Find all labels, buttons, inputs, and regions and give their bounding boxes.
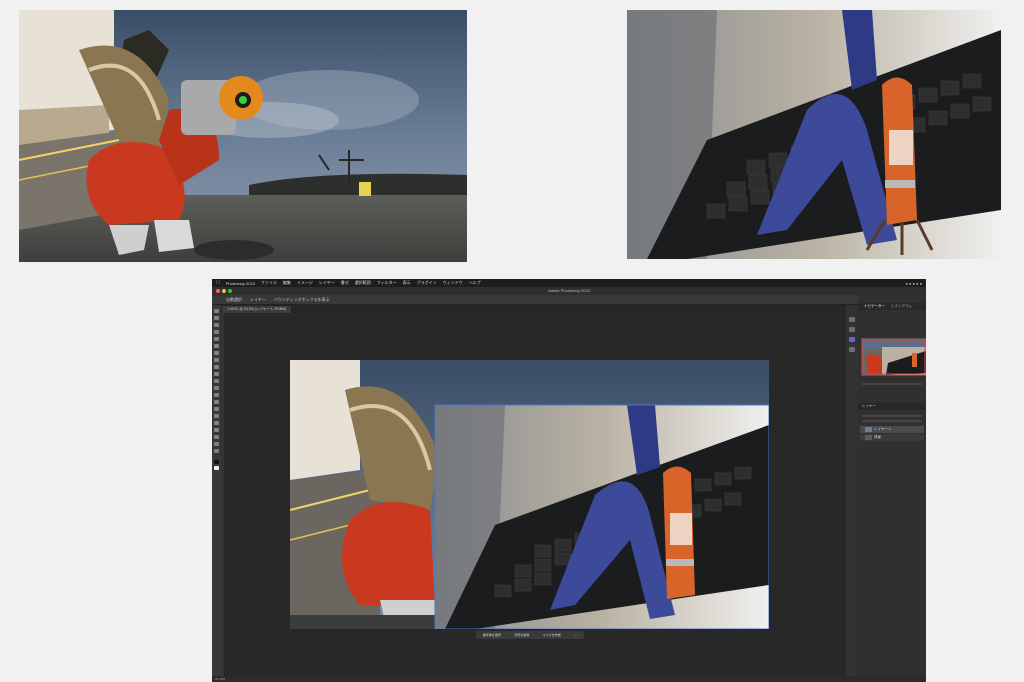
right-panels: ナビゲーター ヒストグラム レイヤー レイヤー 1 背景 [858,295,926,676]
shape-tool-icon[interactable] [214,435,219,439]
document-tab[interactable]: 1.HEIC @ 33.3% (レイヤー 1, RGB/8) [222,306,292,313]
apple-icon[interactable]:  [216,280,220,286]
history-brush-tool-icon[interactable] [214,379,219,383]
tools-panel [212,305,221,676]
type-tool-icon[interactable] [214,421,219,425]
tab-histogram[interactable]: ヒストグラム [891,304,912,309]
menu-plugins[interactable]: プラグイン [417,280,437,286]
menu-edit[interactable]: 編集 [283,280,291,286]
tab-navigator[interactable]: ナビゲーター [864,304,885,309]
close-window-icon[interactable] [216,289,220,293]
blur-tool-icon[interactable] [214,400,219,404]
minimize-window-icon[interactable] [222,289,226,293]
document-canvas[interactable] [290,360,769,629]
layers-blend-row[interactable] [862,420,922,422]
window-controls [216,289,232,293]
zoom-slider[interactable] [862,383,922,385]
stamp-tool-icon[interactable] [214,372,219,376]
zoom-tool-icon[interactable] [214,449,219,453]
contextual-task-bar: 被写体を選択 背景を削除 マスクを作成 ⋯ [476,631,584,639]
option-show-bounding-box[interactable]: バウンディングボックスを表示 [274,297,330,303]
status-icons: ● ● ● ● ● [905,280,922,286]
status-bar: 33.33% [212,676,926,682]
history-panel-icon[interactable] [849,317,855,322]
layer-name: レイヤー 1 [874,427,891,431]
layers-panel-title[interactable]: レイヤー [858,403,926,410]
marquee-tool-icon[interactable] [214,316,219,320]
gradient-tool-icon[interactable] [214,393,219,397]
menu-select[interactable]: 選択範囲 [355,280,371,286]
eraser-tool-icon[interactable] [214,386,219,390]
options-bar: 自動選択 レイヤー バウンディングボックスを表示 共有 [212,295,926,305]
reference-photo-statue [19,10,467,262]
select-subject-button[interactable]: 被写体を選択 [483,633,501,637]
eyedropper-tool-icon[interactable] [214,351,219,355]
vertical-ruler [221,313,224,676]
layer-row[interactable]: レイヤー 1 [860,426,924,433]
path-select-tool-icon[interactable] [214,428,219,432]
quick-select-tool-icon[interactable] [214,330,219,334]
layer-thumbnail [865,435,872,440]
frame-tool-icon[interactable] [214,344,219,348]
menu-filter[interactable]: フィルター [377,280,397,286]
option-layer-dropdown[interactable]: レイヤー [250,297,266,303]
background-color-swatch[interactable] [214,466,219,470]
layer-row[interactable]: 背景 [860,434,924,441]
window-titlebar: Adobe Photoshop 2023 [212,287,926,295]
more-options-icon[interactable]: ⋯ [574,633,577,637]
properties-panel-icon[interactable] [849,327,855,332]
dodge-tool-icon[interactable] [214,407,219,411]
libraries-panel-icon[interactable] [849,337,855,342]
foreground-color-swatch[interactable] [214,460,219,464]
menu-help[interactable]: ヘルプ [469,280,481,286]
remove-background-button[interactable]: 背景を削除 [514,633,529,637]
menu-layer[interactable]: レイヤー [319,280,335,286]
reference-photo-keyboard-figure [627,10,1001,259]
photoshop-window:  Photoshop 2023 ファイル 編集 イメージ レイヤー 書式 選択… [212,279,926,682]
menu-image[interactable]: イメージ [297,280,313,286]
menu-window[interactable]: ウィンドウ [443,280,463,286]
move-tool-icon[interactable] [214,309,219,313]
crop-tool-icon[interactable] [214,337,219,341]
layer-thumbnail [865,427,872,432]
pen-tool-icon[interactable] [214,414,219,418]
layer-name: 背景 [874,435,881,439]
macos-menubar:  Photoshop 2023 ファイル 編集 イメージ レイヤー 書式 選択… [212,279,926,287]
navigator-thumbnail[interactable] [861,338,926,376]
panel-icon-strip [846,305,858,676]
brush-tool-icon[interactable] [214,365,219,369]
hand-tool-icon[interactable] [214,442,219,446]
create-mask-button[interactable]: マスクを作成 [543,633,561,637]
navigator-panel-tabs: ナビゲーター ヒストグラム [858,303,926,310]
menu-file[interactable]: ファイル [261,280,277,286]
healing-tool-icon[interactable] [214,358,219,362]
window-title: Adobe Photoshop 2023 [548,288,590,293]
layers-filter-row[interactable] [862,415,922,417]
option-auto-select[interactable]: 自動選択 [226,297,242,303]
adjustments-panel-icon[interactable] [849,347,855,352]
menu-app-name[interactable]: Photoshop 2023 [226,281,255,286]
zoom-window-icon[interactable] [228,289,232,293]
menu-view[interactable]: 表示 [403,280,411,286]
lasso-tool-icon[interactable] [214,323,219,327]
menu-type[interactable]: 書式 [341,280,349,286]
